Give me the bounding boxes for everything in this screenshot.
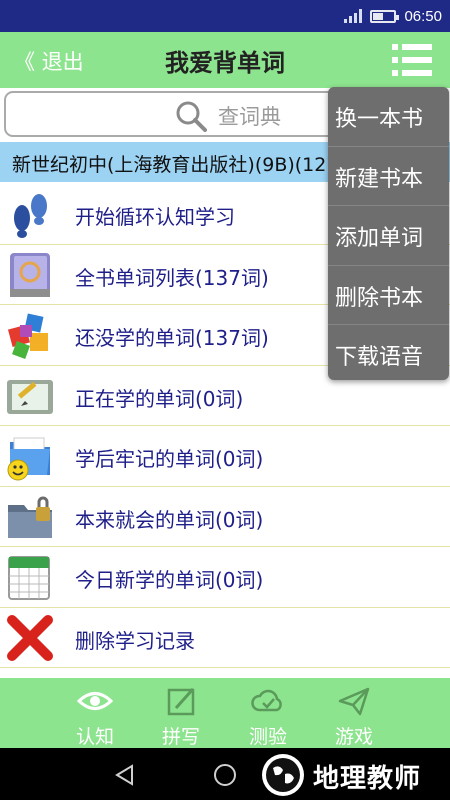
signal-icon: [344, 9, 363, 23]
address-book-icon: [10, 252, 50, 297]
calendar-icon: [8, 556, 50, 600]
pencil-square-icon: [167, 687, 195, 716]
menu-item-add-word[interactable]: 添加单词: [328, 206, 449, 266]
cloud-check-icon: [251, 689, 282, 712]
list-item-delete-records[interactable]: 删除学习记录: [0, 608, 450, 668]
watermark-globe-logo: [262, 754, 304, 796]
menu-item-download-audio[interactable]: 下载语音: [328, 325, 449, 380]
menu-item-delete-book[interactable]: 删除书本: [328, 266, 449, 326]
system-nav-bar: 地理教师: [0, 748, 450, 800]
list-item-label: 全书单词列表(137词): [75, 265, 269, 290]
tab-quiz[interactable]: 测验: [228, 678, 308, 748]
red-cross-icon: [7, 614, 53, 661]
list-item-label: 删除学习记录: [75, 628, 195, 653]
paper-plane-icon: [338, 687, 370, 716]
list-item-known-words[interactable]: 本来就会的单词(0词): [0, 487, 450, 547]
list-item-label: 还没学的单词(137词): [75, 326, 269, 350]
list-item-remembered-words[interactable]: 学后牢记的单词(0词): [0, 426, 450, 487]
overflow-menu: 换一本书 新建书本 添加单词 删除书本 下载语音: [328, 87, 449, 380]
tab-label: 认知: [75, 726, 114, 748]
list-item-label: 开始循环认知学习: [75, 205, 235, 229]
menu-item-new-book[interactable]: 新建书本: [328, 147, 449, 207]
menu-item-change-book[interactable]: 换一本书: [328, 87, 449, 147]
battery-icon: [370, 9, 400, 23]
list-item-label: 今日新学的单词(0词): [75, 568, 264, 592]
back-nav-icon[interactable]: [112, 762, 138, 788]
book-title: 新世纪初中(上海教育出版社)(9B)(127词): [12, 154, 365, 176]
eye-icon: [77, 692, 113, 710]
menu-button[interactable]: [392, 44, 432, 76]
search-icon: [176, 101, 207, 132]
status-time: 06:50: [404, 7, 442, 25]
search-placeholder: 查词典: [218, 105, 281, 129]
footprints-icon: [14, 194, 47, 238]
list-item-label: 学后牢记的单词(0词): [75, 447, 264, 471]
tab-game[interactable]: 游戏: [314, 678, 394, 748]
bottom-tab-bar: 认知 拼写 测验 游戏: [0, 678, 450, 748]
smiley-folder-icon: [7, 437, 50, 481]
status-bar: 06:50: [0, 0, 450, 32]
tab-spelling[interactable]: 拼写: [141, 678, 221, 748]
status-indicators: 06:50: [344, 7, 442, 25]
tab-recognize[interactable]: 认知: [55, 678, 135, 748]
edit-note-icon: [7, 379, 53, 414]
list-item-today-words[interactable]: 今日新学的单词(0词): [0, 547, 450, 608]
tab-label: 拼写: [161, 726, 200, 748]
page-title: 我爱背单词: [165, 49, 285, 77]
watermark-text: 地理教师: [313, 764, 422, 794]
locked-folder-icon: [8, 496, 52, 538]
tab-label: 游戏: [334, 726, 373, 748]
list-item-label: 本来就会的单词(0词): [75, 507, 264, 532]
tab-label: 测验: [248, 726, 287, 748]
list-item-label: 正在学的单词(0词): [75, 386, 244, 411]
app-header: 《 退出 我爱背单词: [0, 32, 450, 88]
home-nav-icon[interactable]: [212, 762, 238, 788]
puzzle-icon: [7, 313, 48, 359]
